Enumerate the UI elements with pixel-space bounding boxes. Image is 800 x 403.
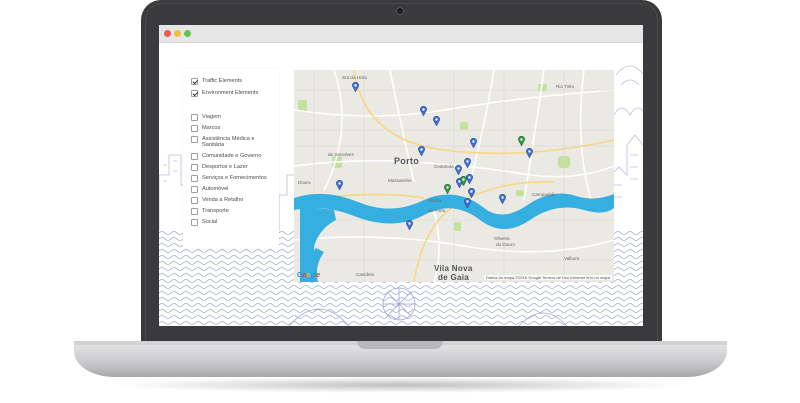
- layer-environment-elements[interactable]: Environment Elements: [191, 90, 258, 97]
- map-marker-icon[interactable]: [406, 220, 413, 230]
- map-label-do-porto: do Porto: [428, 208, 446, 213]
- map-label-porto: Porto: [394, 156, 419, 166]
- layer-label: Traffic Elements: [202, 78, 243, 84]
- checkbox-desportos-lazer[interactable]: [191, 164, 198, 171]
- browser-window: Traffic Elements Environment Elements Vi…: [159, 25, 643, 326]
- category-venda-retalho[interactable]: Venda a Retalho: [191, 197, 243, 204]
- map-marker-icon[interactable]: [464, 158, 471, 168]
- map-label-de-gaia: de Gaia: [438, 273, 470, 282]
- category-automovel[interactable]: Automóvel: [191, 186, 228, 193]
- map-marker-icon[interactable]: [418, 146, 425, 156]
- category-servicos-fornecimentos[interactable]: Serviços e Fornecimentos: [191, 175, 267, 182]
- category-label: Automóvel: [202, 186, 229, 192]
- category-label: Desportos e Lazer: [202, 164, 248, 170]
- zoom-window-button[interactable]: [184, 30, 191, 37]
- map-label-rio-tinto: Rio Tinto: [556, 84, 575, 89]
- checkbox-traffic-elements[interactable]: [191, 78, 198, 85]
- map-marker-icon[interactable]: [470, 138, 477, 148]
- map-marker-icon[interactable]: [468, 188, 475, 198]
- category-label: Viagem: [202, 114, 221, 120]
- laptop-shadow: [110, 377, 690, 393]
- map-marker-icon[interactable]: [499, 194, 506, 204]
- category-label: Comunidade e Governo: [202, 153, 262, 159]
- category-viagem[interactable]: Viagem: [191, 114, 221, 121]
- map-label-oliveira: Oliveira: [494, 236, 510, 241]
- map-marker-icon[interactable]: [420, 106, 427, 116]
- map-label-massarelos: Massarelos: [388, 178, 412, 183]
- checkbox-transporte[interactable]: [191, 208, 198, 215]
- laptop-mockup: Traffic Elements Environment Elements Vi…: [0, 0, 800, 403]
- map-label-campanha: Campanhã: [532, 192, 555, 197]
- map-marker-icon[interactable]: [444, 184, 451, 194]
- laptop-notch: [357, 341, 443, 349]
- category-social[interactable]: Social: [191, 219, 217, 226]
- checkbox-automovel[interactable]: [191, 186, 198, 193]
- map-label-canidelo: Canidelo: [356, 272, 375, 277]
- checkbox-comunidade-governo[interactable]: [191, 153, 198, 160]
- checkbox-environment-elements[interactable]: [191, 90, 198, 97]
- city-map[interactable]: Porto Vila Nova de Gaia Sra da Hora Rio …: [294, 70, 614, 282]
- category-desportos-lazer[interactable]: Desportos e Lazer: [191, 164, 248, 171]
- map-marker-icon[interactable]: [352, 82, 359, 92]
- checkbox-viagem[interactable]: [191, 114, 198, 121]
- map-attribution[interactable]: Dados do mapa ©2016 Google Termos de Uso…: [483, 275, 612, 280]
- minimize-window-button[interactable]: [174, 30, 181, 37]
- camera-icon: [397, 8, 403, 14]
- category-comunidade-governo[interactable]: Comunidade e Governo: [191, 153, 261, 160]
- map-label-vitoria: Vitória: [428, 198, 441, 203]
- category-label: Serviços e Fornecimentos: [202, 175, 267, 181]
- category-label: Marcos: [202, 125, 221, 131]
- category-marcos[interactable]: Marcos: [191, 125, 220, 132]
- checkbox-assistencia-medica[interactable]: [191, 136, 198, 143]
- layer-traffic-elements[interactable]: Traffic Elements: [191, 78, 242, 85]
- checkbox-social[interactable]: [191, 219, 198, 226]
- map-base-layer: [294, 70, 614, 282]
- map-marker-icon[interactable]: [460, 176, 467, 186]
- map-marker-icon[interactable]: [433, 116, 440, 126]
- close-window-button[interactable]: [164, 30, 171, 37]
- map-marker-icon[interactable]: [455, 165, 462, 175]
- map-marker-icon[interactable]: [336, 180, 343, 190]
- category-label: Social: [202, 219, 218, 225]
- checkbox-venda-retalho[interactable]: [191, 197, 198, 204]
- window-titlebar: [159, 25, 643, 43]
- category-assistencia-medica[interactable]: Assistência Médica e Sanitária: [191, 136, 263, 149]
- category-transporte[interactable]: Transporte: [191, 208, 229, 215]
- map-label-valbom: Valbom: [564, 256, 580, 261]
- filter-sidebar: Traffic Elements Environment Elements Vi…: [183, 69, 279, 249]
- map-marker-icon[interactable]: [526, 148, 533, 158]
- map-label-vila-nova: Vila Nova: [434, 264, 473, 273]
- layer-label: Environment Elements: [202, 90, 259, 96]
- category-label: Assistência Médica e Sanitária: [202, 136, 255, 149]
- map-label-douro: Douro: [298, 180, 311, 185]
- google-logo: Google: [297, 272, 320, 279]
- checkbox-servicos-fornecimentos[interactable]: [191, 175, 198, 182]
- map-label-do-douro: do Douro: [496, 242, 515, 247]
- map-label-cedofeita: Cedofeita: [434, 164, 454, 169]
- map-label-sra-hora: Sra da Hora: [342, 75, 367, 80]
- checkbox-marcos[interactable]: [191, 125, 198, 132]
- category-label: Transporte: [202, 208, 229, 214]
- category-label: Venda a Retalho: [202, 197, 244, 203]
- map-label-serralves: de Serralves: [328, 152, 354, 157]
- map-marker-icon[interactable]: [464, 198, 471, 208]
- map-marker-icon[interactable]: [518, 136, 525, 146]
- map-marker-icon[interactable]: [466, 174, 473, 184]
